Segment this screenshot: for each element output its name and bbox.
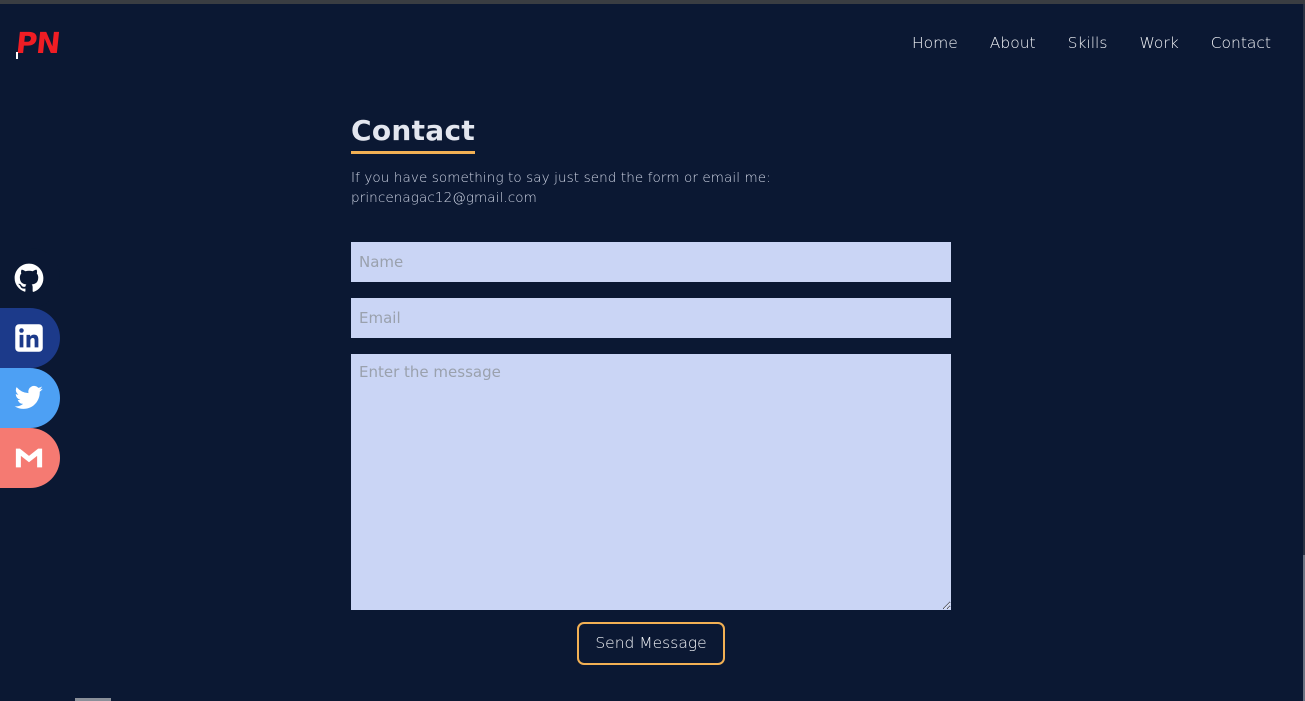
linkedin-link[interactable] — [0, 308, 60, 368]
social-sidebar — [0, 248, 60, 488]
contact-description: If you have something to say just send t… — [351, 170, 771, 206]
submit-row: Send Message — [351, 622, 951, 665]
name-input[interactable] — [351, 242, 951, 282]
send-message-button[interactable]: Send Message — [577, 622, 725, 665]
nav-link-about[interactable]: About — [990, 33, 1036, 53]
github-link[interactable] — [0, 248, 60, 308]
browser-top-strip — [0, 0, 1305, 4]
logo-text: PN — [14, 26, 62, 60]
github-icon — [14, 263, 44, 292]
nav-link-skills[interactable]: Skills — [1068, 33, 1108, 53]
linkedin-icon — [15, 324, 43, 352]
logo-cursor-mark — [16, 52, 18, 59]
twitter-icon — [14, 385, 43, 409]
contact-title: Contact — [351, 112, 476, 154]
contact-section: Contact If you have something to say jus… — [351, 112, 951, 665]
nav-link-home[interactable]: Home — [912, 33, 958, 53]
twitter-link[interactable] — [0, 368, 60, 428]
gmail-link[interactable] — [0, 428, 60, 488]
nav-link-work[interactable]: Work — [1139, 33, 1178, 53]
site-logo[interactable]: PN — [14, 26, 62, 62]
main-nav: Home About Skills Work Contact — [880, 33, 1271, 53]
gmail-icon — [15, 448, 43, 468]
message-textarea[interactable] — [351, 354, 951, 610]
email-input[interactable] — [351, 298, 951, 338]
nav-link-contact[interactable]: Contact — [1211, 33, 1271, 53]
